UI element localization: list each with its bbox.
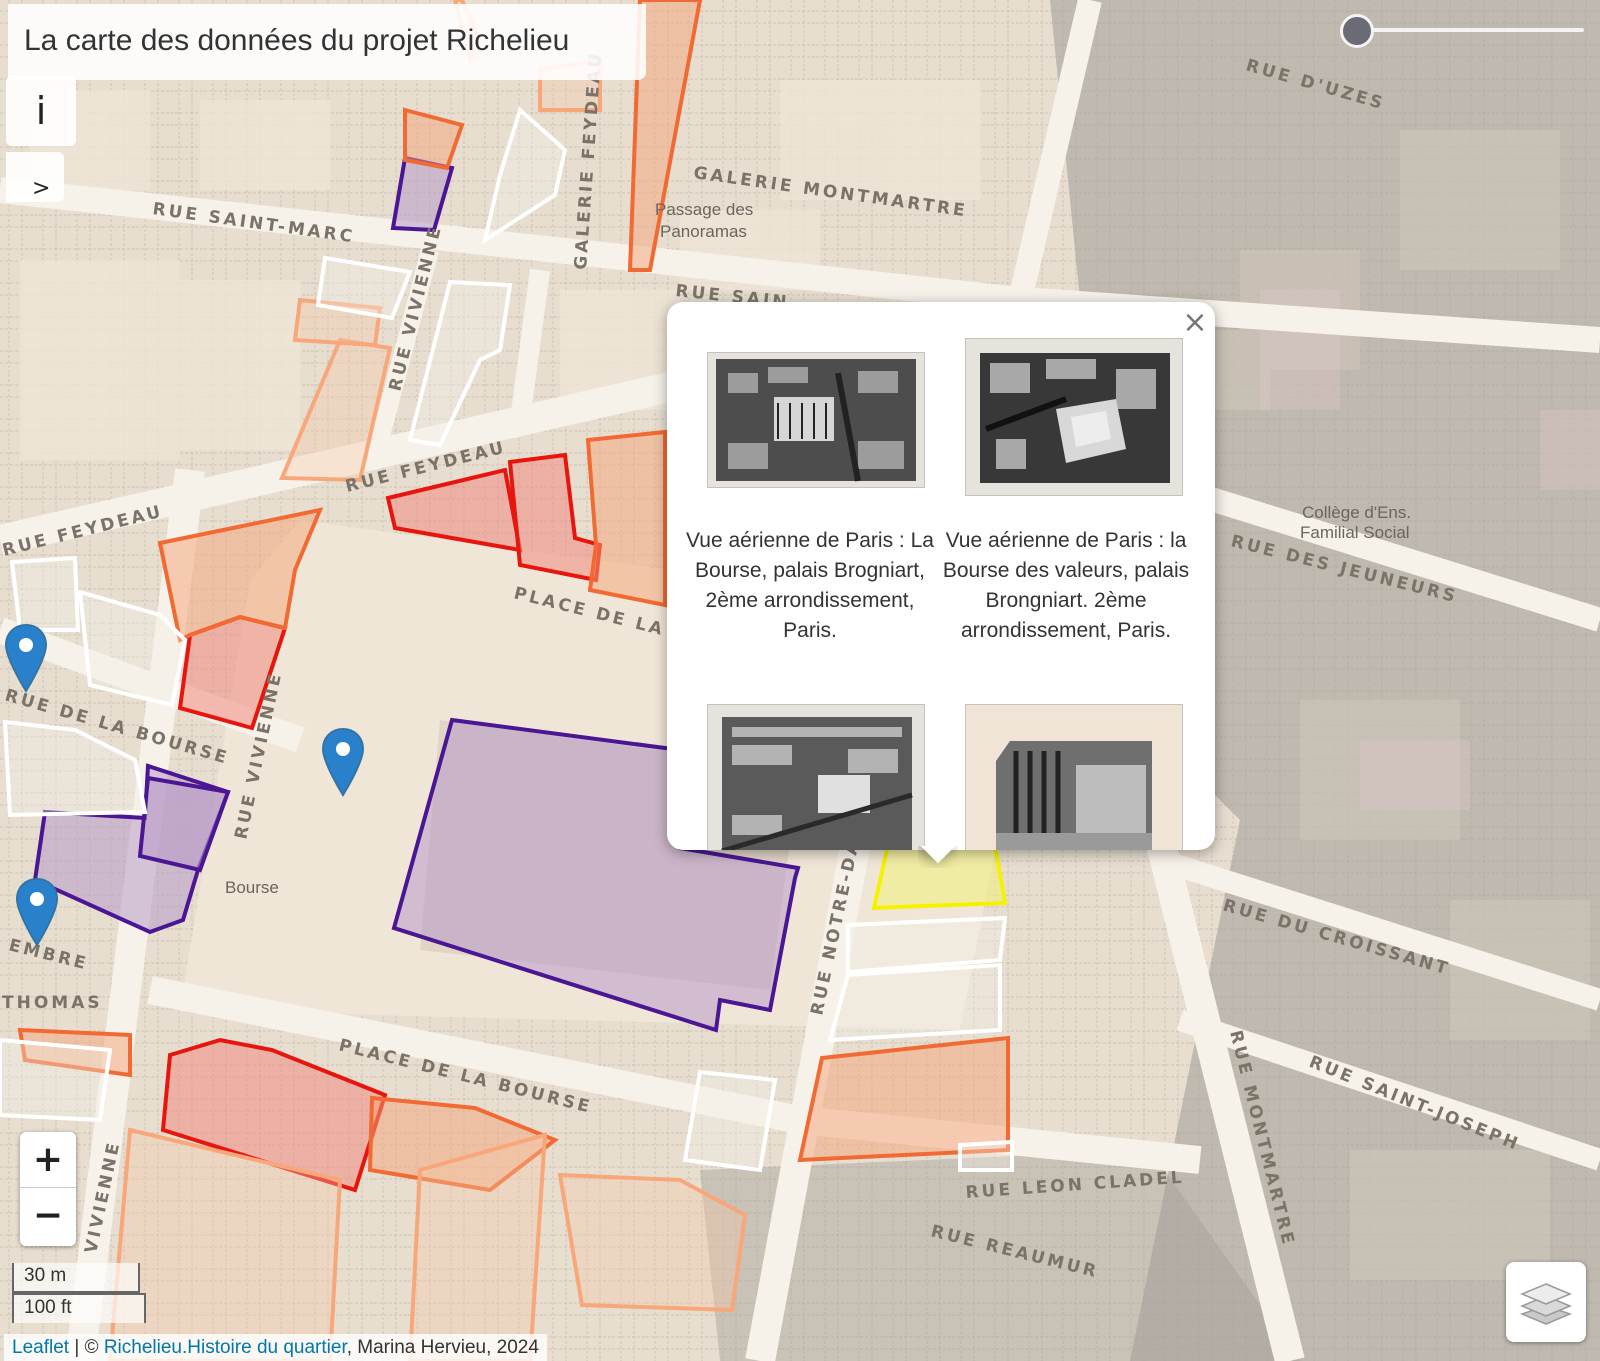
poi-college: Collège d'Ens.	[1302, 503, 1411, 522]
slider-thumb[interactable]	[1340, 14, 1374, 48]
opacity-slider[interactable]	[1340, 14, 1586, 48]
marker-icon[interactable]	[15, 877, 59, 952]
layers-icon	[1519, 1283, 1573, 1325]
popup-tip	[918, 846, 958, 868]
photo-caption: Vue aérienne de Paris : La Bourse, palai…	[686, 529, 934, 642]
zoom-out-button[interactable]: −	[20, 1188, 76, 1244]
poi-panoramas: Panoramas	[660, 222, 747, 241]
attribution-separator: | ©	[69, 1337, 104, 1358]
attribution: Leaflet | © Richelieu.Histoire du quarti…	[4, 1334, 547, 1361]
parcel-popup: Vue aérienne de Paris : La Bourse, palai…	[667, 302, 1215, 850]
attribution-credit: , Marina Hervieu, 2024	[346, 1337, 539, 1358]
photo-thumbnail[interactable]	[707, 704, 925, 850]
poi-bourse: Bourse	[225, 878, 279, 897]
photo-thumbnail[interactable]	[965, 338, 1183, 496]
slider-track[interactable]	[1362, 28, 1584, 32]
scale-metric: 30 m	[12, 1263, 140, 1293]
photo-caption: Vue aérienne de Paris : la Bourse des va…	[942, 529, 1190, 642]
poi-familial-social: Familial Social	[1300, 523, 1410, 542]
map-title: La carte des données du projet Richelieu	[8, 4, 646, 80]
photo-thumbnail[interactable]	[965, 704, 1183, 850]
marker-icon[interactable]	[321, 727, 365, 802]
zoom-control: + −	[20, 1132, 76, 1246]
layers-control-button[interactable]	[1506, 1262, 1586, 1342]
richelieu-link[interactable]: Richelieu.Histoire du quartier	[104, 1337, 347, 1358]
expand-panel-button[interactable]: >	[6, 152, 64, 202]
zoom-in-button[interactable]: +	[20, 1132, 76, 1188]
info-button[interactable]: i	[6, 76, 76, 146]
scale-imperial: 100 ft	[12, 1293, 146, 1323]
street-label-thomas: THOMAS	[2, 993, 103, 1013]
photo-thumbnail[interactable]	[707, 352, 925, 488]
marker-icon[interactable]	[4, 623, 48, 698]
poi-passage-des: Passage des	[655, 200, 753, 219]
leaflet-link[interactable]: Leaflet	[12, 1337, 69, 1358]
close-icon[interactable]: ×	[1182, 308, 1208, 338]
